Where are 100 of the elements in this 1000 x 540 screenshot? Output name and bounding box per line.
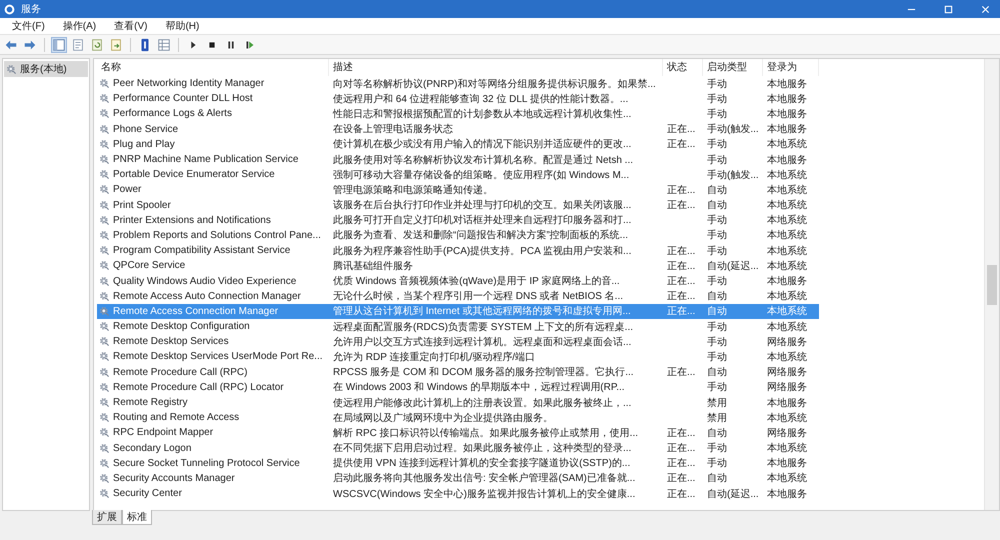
service-row[interactable]: QPCore Service 腾讯基础组件服务 正在... 自动(延迟... 本地系统 xyxy=(97,258,819,274)
tree-item[interactable]: 服务(本地) xyxy=(4,61,88,77)
service-status: 正在... xyxy=(667,472,696,486)
close-icon[interactable] xyxy=(981,4,990,14)
service-row[interactable]: Portable Device Enumerator Service 强制可移动大容量存储设备的组策略。使应用程序(如 Windows M... 手动(触发... 本地系统 xyxy=(97,167,819,182)
service-status: 正在... xyxy=(667,488,696,501)
service-status: 正在... xyxy=(667,305,696,318)
service-description: 无论什么时候，当某个程序引用一个远程 DNS 或者 NetBIOS 名... xyxy=(333,290,624,304)
service-name: Security Accounts Manager xyxy=(113,472,235,484)
service-row[interactable]: Security Accounts Manager 启动此服务将向其他服务发出信号: 安全帐户管理器(SAM)已准备就... 正在... 自动 本地系统 xyxy=(97,470,819,486)
log-on-account: 本地系统 xyxy=(767,442,807,456)
service-name: Plug and Play xyxy=(113,138,175,150)
log-on-account: 本地系统 xyxy=(767,168,807,182)
service-row[interactable]: RPC Endpoint Mapper 解析 RPC 接口标识符以传输端点。如果此服务被停止或禁用，使用... 正在... 自动 网络服务 xyxy=(97,425,819,440)
startup-type: 自动 xyxy=(707,199,727,212)
service-status: 正在... xyxy=(667,123,696,136)
service-row[interactable]: Remote Access Auto Connection Manager 无论什么时候，当某个程序引用一个远程 DNS 或者 NetBIOS 名... 正在... 自动 本地系统 xyxy=(97,288,819,304)
log-on-account: 本地服务 xyxy=(767,274,807,288)
log-on-account: 网络服务 xyxy=(767,366,807,380)
service-row[interactable]: Print Spooler 该服务在后台执行打印作业并处理与打印机的交互。如果关闭该服... 正在... 自动 本地系统 xyxy=(97,198,819,213)
service-row[interactable]: Remote Procedure Call (RPC) Locator 在 Windows 2003 和 Windows 的早期版本中，远程过程调用(RP... 手动 网络服务 xyxy=(97,380,819,395)
startup-type: 手动 xyxy=(707,274,727,288)
service-description: 使计算机在极少或没有用户输入的情况下能识别并适应硬件的更改... xyxy=(333,138,632,152)
pane-icon[interactable] xyxy=(51,36,67,52)
column-header[interactable]: 启动类型 xyxy=(703,59,763,76)
service-row[interactable]: Remote Desktop Services 允许用户以交互方式连接到远程计算机。远程桌面和远程桌面会话... 手动 网络服务 xyxy=(97,334,819,350)
service-name: Remote Desktop Configuration xyxy=(113,321,250,332)
startup-type: 自动 xyxy=(707,184,727,197)
service-name: Peer Networking Identity Manager xyxy=(113,78,264,90)
service-row[interactable]: Printer Extensions and Notifications 此服务可打开自定义打印机对话框并处理来自远程打印服务器和打... 手动 本地系统 xyxy=(97,212,819,228)
service-description: 此服务为程序兼容性助手(PCA)提供支持。PCA 监视由用户安装和... xyxy=(333,244,632,258)
startup-type: 手动 xyxy=(707,214,727,228)
service-description: 解析 RPC 接口标识符以传输端点。如果此服务被停止或禁用，使用... xyxy=(333,426,638,440)
scrollbar[interactable] xyxy=(984,59,999,510)
log-on-account: 本地服务 xyxy=(767,456,807,470)
menu-item[interactable]: 查看(V) xyxy=(106,19,156,33)
service-name: RPC Endpoint Mapper xyxy=(113,427,214,438)
service-name: Secure Socket Tunneling Protocol Service xyxy=(113,458,300,469)
service-name: Print Spooler xyxy=(113,200,171,211)
log-on-account: 本地系统 xyxy=(767,412,807,425)
startup-type: 手动 xyxy=(707,108,727,121)
service-row[interactable]: Routing and Remote Access 在局域网以及广域网环境中为企业提供路由服务。 禁用 本地系统 xyxy=(97,410,819,426)
service-description: 在设备上管理电话服务状态 xyxy=(333,122,453,136)
menu-item[interactable]: 帮助(H) xyxy=(157,19,208,33)
service-description: 在不同凭据下启用启动过程。如果此服务被停止，这种类型的登录... xyxy=(333,442,632,456)
service-row[interactable]: PNRP Machine Name Publication Service 此服务使用对等名称解析协议发布计算机名称。配置是通过 Netsh ... 手动 本地服务 xyxy=(97,152,819,168)
service-status: 正在... xyxy=(667,426,696,440)
service-name: Printer Extensions and Notifications xyxy=(113,214,271,226)
startup-type: 手动 xyxy=(707,336,727,349)
service-row[interactable]: Remote Procedure Call (RPC) RPCSS 服务是 COM 和 DCOM 服务器的服务控制管理器。它执行... 正在... 自动 网络服务 xyxy=(97,364,819,380)
service-name: PNRP Machine Name Publication Service xyxy=(113,154,298,166)
service-row[interactable]: Peer Networking Identity Manager 向对等名称解析协议(PNRP)和对等网络分组服务提供标识服务。如果禁... 手动 本地服务 xyxy=(97,76,819,92)
menu-item[interactable]: 文件(F) xyxy=(4,19,53,33)
startup-type: 自动 xyxy=(707,305,727,318)
service-row[interactable]: Remote Desktop Services UserMode Port Re... 允许为 RDP 连接重定向打印机/驱动程序/端口 手动 本地系统 xyxy=(97,349,819,365)
view-tab[interactable]: 标准 xyxy=(122,510,152,525)
startup-type: 手动 xyxy=(707,228,727,242)
service-name: Routing and Remote Access xyxy=(113,412,240,424)
service-row[interactable]: Problem Reports and Solutions Control Pane... 此服务为查看、发送和删除“问题报告和解决方案”控制面板的系统... 手动 本地系统 xyxy=(97,228,819,244)
log-on-account: 本地服务 xyxy=(767,154,807,167)
service-description: 允许用户以交互方式连接到远程计算机。远程桌面和远程桌面会话... xyxy=(333,336,632,349)
startup-type: 手动 xyxy=(707,350,727,364)
column-header[interactable]: 描述 xyxy=(329,59,663,76)
service-description: 该服务在后台执行打印作业并处理与打印机的交互。如果关闭该服... xyxy=(333,198,632,212)
startup-type: 手动 xyxy=(707,380,727,394)
maximize-icon[interactable] xyxy=(944,4,953,14)
column-header[interactable]: 状态 xyxy=(663,59,703,76)
service-name: Remote Access Auto Connection Manager xyxy=(113,290,301,302)
view-tab[interactable]: 扩展 xyxy=(92,510,122,525)
service-row[interactable]: Remote Desktop Configuration 远程桌面配置服务(RDCS)负责需要 SYSTEM 上下文的所有远程桌... 手动 本地系统 xyxy=(97,319,819,334)
column-header[interactable]: 名称 xyxy=(97,59,329,76)
log-on-account: 本地服务 xyxy=(767,92,807,106)
service-row[interactable]: Plug and Play 使计算机在极少或没有用户输入的情况下能识别并适应硬件的更改... 正在... 手动 本地系统 xyxy=(97,136,819,152)
service-status: 正在... xyxy=(667,260,696,273)
service-row[interactable]: Remote Registry 使远程用户能修改此计算机上的注册表设置。如果此服务被终止，... 禁用 本地服务 xyxy=(97,394,819,410)
service-row[interactable]: Security Center WSCSVC(Windows 安全中心)服务监视并报告计算机上的安全健康... 正在... 自动(延迟... 本地服务 xyxy=(97,486,819,502)
service-name: Remote Procedure Call (RPC) Locator xyxy=(113,382,284,393)
menu-item[interactable]: 操作(A) xyxy=(54,19,104,33)
properties-icon[interactable] xyxy=(70,36,86,52)
log-on-account: 本地系统 xyxy=(767,138,807,152)
service-row[interactable]: Quality Windows Audio Video Experience 优质 Windows 音频视频体验(qWave)是用于 IP 家庭网络上的音... 正在... 手动 本地服务 xyxy=(97,273,819,289)
service-row[interactable]: Performance Counter DLL Host 使远程用户和 64 位进程能够查询 32 位 DLL 提供的性能计数器。... 手动 本地服务 xyxy=(97,91,819,106)
service-name: Phone Service xyxy=(113,124,178,135)
service-row[interactable]: Performance Logs & Alerts 性能日志和警报根据预配置的计划参数从本地或远程计算机收集性... 手动 本地服务 xyxy=(97,106,819,122)
service-row[interactable]: Program Compatibility Assistant Service 此服务为程序兼容性助手(PCA)提供支持。PCA 监视由用户安装和... 正在... 手动 本地系统 xyxy=(97,243,819,258)
service-description: 启动此服务将向其他服务发出信号: 安全帐户管理器(SAM)已准备就... xyxy=(333,472,636,486)
column-header[interactable]: 登录为 xyxy=(763,59,819,76)
service-row[interactable]: Secure Socket Tunneling Protocol Service 提供使用 VPN 连接到远程计算机的安全套接字隧道协议(SSTP)的... 正在... 手动 本地服务 xyxy=(97,456,819,471)
export-icon[interactable] xyxy=(108,36,124,52)
startup-type: 自动 xyxy=(707,426,727,440)
log-on-account: 本地服务 xyxy=(767,396,807,410)
view-icon[interactable] xyxy=(156,36,172,52)
service-row[interactable]: Secondary Logon 在不同凭据下启用启动过程。如果此服务被停止，这种类型的登录... 正在... 手动 本地系统 xyxy=(97,440,819,456)
startup-type: 自动 xyxy=(707,472,727,486)
service-name: Performance Logs & Alerts xyxy=(113,108,232,120)
service-row[interactable]: Phone Service 在设备上管理电话服务状态 正在... 手动(触发... 本地服务 xyxy=(97,122,819,137)
service-description: 允许为 RDP 连接重定向打印机/驱动程序/端口 xyxy=(333,350,536,364)
service-row[interactable]: Power 管理电源策略和电源策略通知传递。 正在... 自动 本地系统 xyxy=(97,182,819,198)
log-on-account: 本地系统 xyxy=(767,260,807,273)
refresh-icon[interactable] xyxy=(89,36,105,52)
